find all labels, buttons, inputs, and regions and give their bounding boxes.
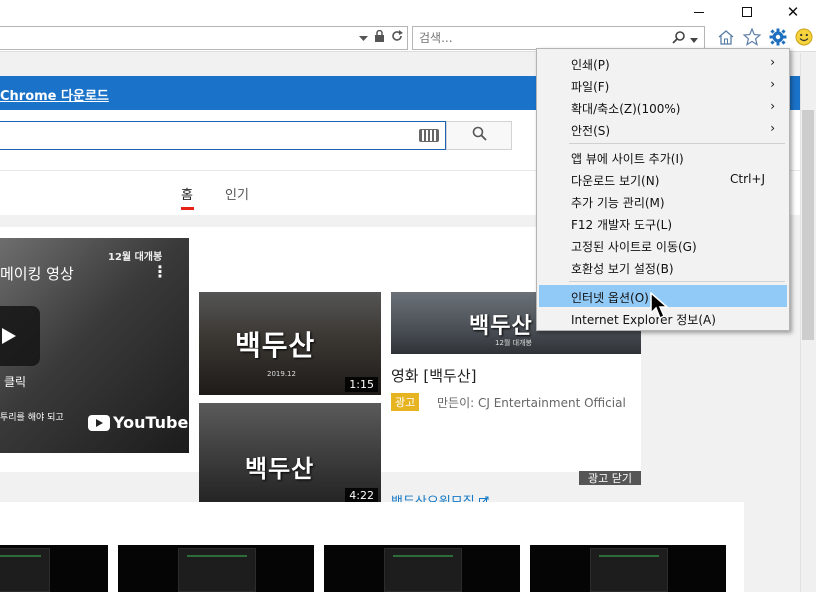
video-thumbnail[interactable]: 백두산 2019.12 1:15 <box>199 292 381 395</box>
menu-item-label: 인쇄(P) <box>571 58 610 72</box>
youtube-search-button[interactable] <box>446 121 512 150</box>
youtube-logo[interactable]: YouTube <box>88 413 188 432</box>
more-options-icon[interactable]: ⋮ <box>152 262 168 281</box>
scrollbar-thumb[interactable] <box>802 110 814 340</box>
menu-item-label: Internet Explorer 정보(A) <box>571 313 716 327</box>
mouse-cursor-icon <box>650 292 669 320</box>
submenu-arrow-icon: › <box>770 55 775 69</box>
poster-caption: 12월 대개봉 <box>495 339 532 347</box>
video-badge: 12월 대개봉 <box>108 252 163 263</box>
menu-item-zoom[interactable]: 확대/축소(Z)(100%) › <box>539 96 787 118</box>
maximize-icon <box>742 7 752 17</box>
main-ad-video[interactable]: 12월 대개봉 메이킹 영상 ⋮ 클릭 투리를 해야 되고 YouTube <box>0 238 189 453</box>
poster-title: 백두산 <box>469 313 533 339</box>
video-duration: 4:22 <box>345 488 378 503</box>
video-thumbnail[interactable] <box>530 545 726 592</box>
youtube-brand: YouTube <box>113 413 189 432</box>
active-tab-underline <box>181 207 194 210</box>
search-input[interactable] <box>419 30 659 46</box>
thumbnail-bar <box>393 555 453 557</box>
ad-badge: 광고 <box>391 393 420 411</box>
menu-separator <box>569 281 785 282</box>
menu-item-compatibility-view[interactable]: 호환성 보기 설정(B) <box>539 256 787 278</box>
video-click-text: 클릭 <box>4 375 27 389</box>
menu-item-safety[interactable]: 안전(S) › <box>539 118 787 140</box>
video-section <box>0 502 744 592</box>
video-subtitle: 투리를 해야 되고 <box>0 413 64 423</box>
menu-item-label: 앱 뷰에 사이트 추가(I) <box>571 152 684 166</box>
menu-item-label: 인터넷 옵션(O) <box>571 291 649 305</box>
tab-popular[interactable]: 인기 <box>225 184 249 203</box>
smiley-feedback-icon[interactable] <box>794 27 814 47</box>
poster-caption: 2019.12 <box>267 370 296 378</box>
menu-item-file[interactable]: 파일(F) › <box>539 74 787 96</box>
gear-icon[interactable] <box>768 27 788 47</box>
video-thumbnail[interactable]: 백두산 4:22 <box>199 403 381 506</box>
video-thumbnail[interactable] <box>118 545 314 592</box>
youtube-search-input[interactable] <box>0 121 446 150</box>
menu-item-dev-tools[interactable]: F12 개발자 도구(L) <box>539 212 787 234</box>
maximize-button[interactable] <box>724 0 770 24</box>
video-thumbnail[interactable] <box>324 545 520 592</box>
video-thumbnail[interactable] <box>0 545 108 592</box>
thumbnail-bar <box>599 555 659 557</box>
toolbar-icons <box>716 27 814 47</box>
close-icon: ✕ <box>786 3 800 21</box>
keyboard-icon[interactable] <box>419 129 439 142</box>
menu-item-label: 고정된 사이트로 이동(G) <box>571 240 697 254</box>
menu-item-manage-addons[interactable]: 추가 기능 관리(M) <box>539 190 787 212</box>
search-icon[interactable] <box>672 30 686 47</box>
ad-title[interactable]: 영화 [백두산] <box>391 365 476 386</box>
poster-title: 백두산 <box>245 454 315 483</box>
video-duration: 1:15 <box>345 377 378 392</box>
menu-item-label: 다운로드 보기(N) <box>571 174 660 188</box>
search-icon <box>472 126 487 145</box>
chrome-download-link[interactable]: Chrome 다운로드 <box>0 85 109 104</box>
thumbnail-frame <box>178 548 256 592</box>
menu-item-view-downloads[interactable]: 다운로드 보기(N) Ctrl+J <box>539 168 787 190</box>
ad-maker: 만든이: CJ Entertainment Official <box>437 396 626 410</box>
home-icon[interactable] <box>716 27 736 47</box>
menu-separator <box>569 143 785 144</box>
menu-item-pinned-sites[interactable]: 고정된 사이트로 이동(G) <box>539 234 787 256</box>
submenu-arrow-icon: › <box>770 121 775 135</box>
video-title: 메이킹 영상 <box>0 265 74 283</box>
minimize-button[interactable] <box>676 0 722 24</box>
thumbnail-frame <box>590 548 668 592</box>
menu-item-shortcut: Ctrl+J <box>730 172 765 186</box>
tab-home[interactable]: 홈 <box>181 184 193 203</box>
poster-title: 백두산 <box>235 329 316 362</box>
favorites-star-icon[interactable] <box>742 27 762 47</box>
menu-item-label: 추가 기능 관리(M) <box>571 196 665 210</box>
thumbnail-bar <box>187 555 247 557</box>
menu-item-label: 확대/축소(Z)(100%) <box>571 102 681 116</box>
menu-item-label: 파일(F) <box>571 80 610 94</box>
minimize-icon <box>694 11 704 13</box>
tools-menu: 인쇄(P) › 파일(F) › 확대/축소(Z)(100%) › 안전(S) ›… <box>536 48 790 331</box>
submenu-arrow-icon: › <box>770 99 775 113</box>
menu-item-add-site-to-apps[interactable]: 앱 뷰에 사이트 추가(I) <box>539 146 787 168</box>
close-ad-button[interactable]: 광고 닫기 <box>579 471 641 485</box>
play-button-icon[interactable] <box>0 306 40 366</box>
refresh-icon[interactable] <box>391 30 403 45</box>
address-bar-icons <box>359 29 403 45</box>
dropdown-arrow-icon[interactable] <box>359 31 368 45</box>
menu-item-label: 호환성 보기 설정(B) <box>571 262 674 276</box>
close-button[interactable]: ✕ <box>770 0 816 24</box>
thumbnail-bar <box>0 555 41 557</box>
address-bar[interactable] <box>0 26 408 50</box>
search-box-icons <box>672 30 698 47</box>
ie-window: ✕ 검색... Chrome 다운로드 홈 인기 12월 대개봉 메이킹 영상 … <box>0 0 816 592</box>
menu-item-label: F12 개발자 도구(L) <box>571 218 673 232</box>
menu-item-print[interactable]: 인쇄(P) › <box>539 52 787 74</box>
menu-item-label: 안전(S) <box>571 124 611 138</box>
thumbnail-frame <box>384 548 462 592</box>
thumbnail-frame <box>0 548 50 592</box>
lock-icon[interactable] <box>374 29 385 45</box>
search-box[interactable] <box>412 26 705 50</box>
submenu-arrow-icon: › <box>770 77 775 91</box>
title-bar: ✕ <box>0 0 816 24</box>
search-dropdown-icon[interactable] <box>690 32 698 46</box>
youtube-play-icon <box>88 414 110 431</box>
